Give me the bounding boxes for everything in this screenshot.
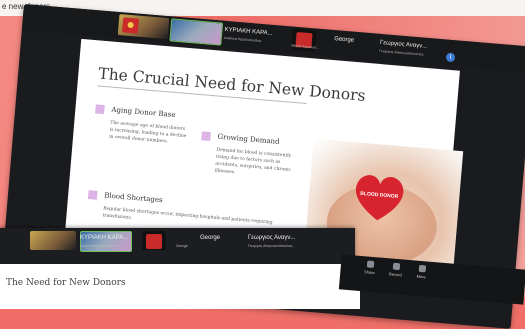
logo-icon [146, 234, 162, 249]
participant-tile-active[interactable] [169, 18, 224, 46]
more-button[interactable]: More [412, 264, 431, 279]
participant-tile-logo[interactable] [142, 231, 166, 250]
participant-name: George [333, 36, 355, 44]
bullet-square-icon [95, 104, 105, 115]
bullet-square-icon [201, 131, 211, 142]
section-body: Demand for blood is consistently rising … [214, 147, 292, 176]
section-body: The average age of blood donors is incre… [108, 120, 187, 145]
participant-name: George [200, 235, 221, 241]
slide-title: The Crucial Need for New Donors [97, 64, 367, 105]
participant-sub: Γεωργιος Αναγνωστόπουλος [248, 244, 293, 248]
share-label: Share [363, 269, 375, 276]
participant-sub: Ιωνάννα Καραλοπούλου [80, 244, 118, 248]
participant-name: Γεωργιος Αναγν... [379, 39, 428, 50]
participant-tile-video[interactable] [117, 14, 170, 40]
second-zoom-window: ΚΥΡΙΑΚΗ ΚΑΡΑ... Ιωνάννα Καραλοπούλου Geo… [0, 228, 360, 309]
section-heading: Growing Demand [217, 132, 280, 146]
slide-preview-title: The Need for New Donors [6, 278, 126, 288]
share-icon [366, 260, 374, 269]
section-heading: Blood Shortages [103, 191, 163, 205]
participant-sub: George [176, 244, 188, 248]
heart-icon: BLOOD DONOR [349, 170, 409, 225]
more-label: More [416, 273, 426, 280]
participant-name: ΚΥΡΙΑΚΗ ΚΑΡΑ... [224, 26, 273, 37]
record-button[interactable]: Record [386, 262, 405, 277]
participant-name: Γεωργιος Αναγν... [248, 235, 296, 241]
record-label: Record [388, 271, 402, 278]
participant-sub: Ιωνάννα Καραλοπούλου [223, 35, 262, 43]
bullet-square-icon [87, 190, 98, 200]
info-icon[interactable]: i [445, 52, 456, 63]
participant-sub: Γεωργιος Αναγνωστόπουλος [379, 48, 424, 57]
section-heading: Aging Donor Base [111, 105, 176, 120]
participant-tile-video[interactable] [30, 231, 76, 250]
record-icon [392, 262, 400, 271]
participant-name: ΚΥΡΙΑΚΗ ΚΑΡΑ... [80, 235, 129, 241]
more-icon [418, 264, 426, 273]
share-button[interactable]: Share [360, 260, 379, 275]
